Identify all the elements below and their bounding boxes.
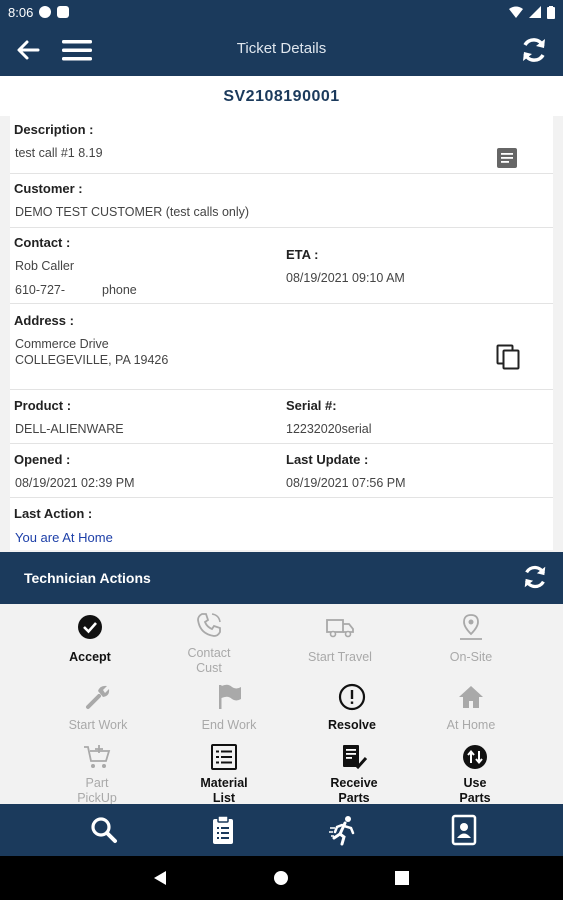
contact-phone-type: phone: [102, 283, 137, 297]
app-bar: Ticket Details: [0, 24, 563, 76]
action-end-work[interactable]: End Work: [169, 682, 289, 733]
address-line-1: Commerce Drive: [15, 337, 109, 351]
recents-square-icon[interactable]: [394, 870, 410, 886]
copy-icon[interactable]: [496, 344, 522, 370]
contact-card-icon[interactable]: [448, 814, 480, 846]
checklist-icon: [343, 745, 368, 770]
last-action-card: Last Action : You are At Home: [10, 498, 553, 550]
eta-value: 08/19/2021 09:10 AM: [286, 271, 405, 285]
truck-icon: [326, 619, 354, 638]
action-part-pickup[interactable]: Part PickUp: [37, 742, 157, 804]
phone-icon: [197, 613, 221, 637]
home-icon: [459, 686, 483, 708]
action-label: Start Work: [68, 718, 128, 732]
bottom-navigation: [0, 804, 563, 856]
action-label: Part PickUp: [77, 776, 117, 804]
list-icon: [211, 744, 237, 770]
check-circle-icon: [78, 615, 102, 639]
opened-label: Opened :: [14, 452, 71, 467]
description-card: Description : test call #1 8.19: [10, 116, 553, 174]
technician-actions-title: Technician Actions: [24, 570, 151, 586]
cart-add-icon: [84, 745, 111, 768]
action-label: On-Site: [449, 650, 493, 664]
contact-eta-card: Contact : Rob Caller 610-727- phone ETA …: [10, 228, 553, 304]
status-bar: 8:06: [0, 0, 563, 24]
notification-icon: [39, 6, 52, 18]
refresh-actions-icon[interactable]: [521, 563, 549, 591]
action-label: Use Parts: [459, 776, 491, 804]
running-person-icon[interactable]: [328, 814, 360, 846]
action-label: Contact Cust: [187, 646, 231, 675]
status-time: 8:06: [8, 4, 34, 20]
swap-circle-icon: [463, 745, 487, 769]
action-label: Resolve: [328, 718, 376, 732]
refresh-icon[interactable]: [519, 35, 549, 65]
serial-value: 12232020serial: [286, 422, 372, 436]
opened-update-card: Opened : 08/19/2021 02:39 PM Last Update…: [10, 444, 553, 498]
action-contact-cust[interactable]: Contact Cust: [149, 610, 269, 676]
action-receive-parts[interactable]: Receive Parts: [294, 742, 414, 804]
customer-label: Customer :: [14, 181, 83, 196]
wrench-icon: [86, 685, 110, 709]
description-label: Description :: [14, 122, 94, 137]
home-circle-icon[interactable]: [273, 870, 289, 886]
ticket-number: SV2108190001: [0, 76, 563, 116]
page-title: Ticket Details: [236, 40, 327, 57]
action-start-travel[interactable]: Start Travel: [280, 612, 400, 665]
action-on-site[interactable]: On-Site: [411, 612, 531, 665]
serial-label: Serial #:: [286, 398, 337, 413]
action-accept[interactable]: Accept: [30, 612, 150, 665]
customer-value: DEMO TEST CUSTOMER (test calls only): [15, 205, 250, 219]
action-label: Start Travel: [308, 650, 372, 664]
product-value: DELL-ALIENWARE: [15, 422, 124, 436]
contact-name: Rob Caller: [15, 259, 75, 273]
system-navigation-bar: [0, 856, 563, 900]
contact-phone[interactable]: 610-727-: [15, 283, 65, 297]
action-material-list[interactable]: Material List: [164, 742, 284, 804]
action-at-home[interactable]: At Home: [411, 682, 531, 733]
product-label: Product :: [14, 398, 72, 413]
customer-card: Customer : DEMO TEST CUSTOMER (test call…: [10, 174, 553, 228]
action-label: At Home: [446, 718, 496, 732]
last-action-value: You are At Home: [15, 530, 113, 545]
contact-label: Contact :: [14, 235, 71, 250]
last-update-label: Last Update :: [286, 452, 369, 467]
sd-card-icon: [57, 6, 70, 18]
signal-icon: [529, 6, 541, 18]
eta-label: ETA :: [286, 247, 319, 262]
technician-actions-grid: Accept Contact Cust Start Travel On-Site: [0, 604, 563, 804]
description-value: test call #1 8.19: [15, 146, 103, 160]
action-label: Accept: [69, 650, 111, 664]
search-icon[interactable]: [88, 814, 120, 846]
clipboard-icon[interactable]: [207, 814, 239, 846]
product-serial-card: Product : DELL-ALIENWARE Serial #: 12232…: [10, 390, 553, 444]
action-label: Material List: [200, 776, 248, 804]
opened-value: 08/19/2021 02:39 PM: [15, 476, 135, 490]
action-label: End Work: [201, 718, 257, 732]
address-card: Address : Commerce Drive COLLEGEVILLE, P…: [10, 304, 553, 390]
last-action-label: Last Action :: [14, 506, 93, 521]
notes-icon[interactable]: [496, 147, 518, 169]
action-label: Receive Parts: [330, 776, 378, 804]
technician-actions-header: Technician Actions: [0, 552, 563, 604]
alert-circle-icon: [338, 683, 366, 711]
battery-icon: [547, 5, 555, 19]
last-update-value: 08/19/2021 07:56 PM: [286, 476, 406, 490]
wifi-icon: [509, 6, 523, 18]
address-label: Address :: [14, 313, 74, 328]
action-resolve[interactable]: Resolve: [292, 682, 412, 733]
action-start-work[interactable]: Start Work: [38, 682, 158, 733]
flag-icon: [219, 684, 241, 709]
location-pin-icon: [460, 614, 482, 640]
action-use-parts[interactable]: Use Parts: [415, 742, 535, 804]
address-line-2: COLLEGEVILLE, PA 19426: [15, 353, 169, 367]
back-triangle-icon[interactable]: [152, 870, 168, 886]
